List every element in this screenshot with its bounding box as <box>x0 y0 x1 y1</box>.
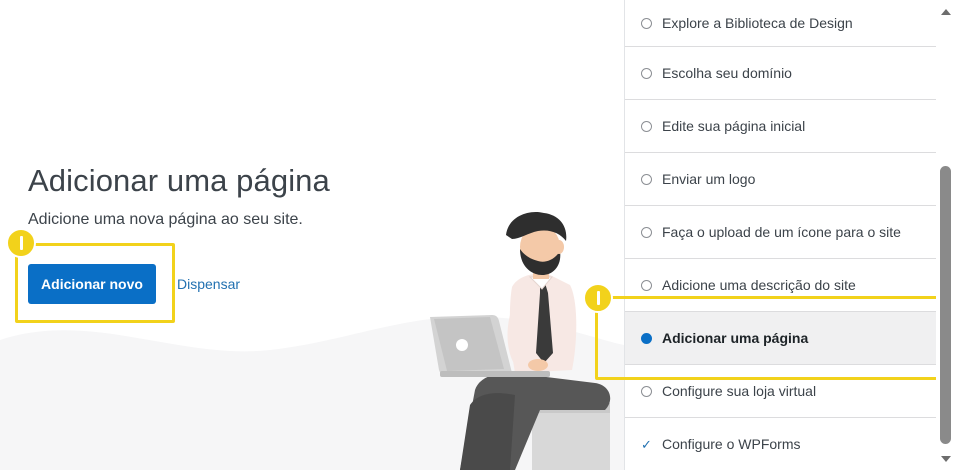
setup-checklist: Explore a Biblioteca de Design Escolha s… <box>624 0 936 470</box>
scroll-down-arrow-icon[interactable] <box>941 456 951 462</box>
checklist-item-label: Configure sua loja virtual <box>662 383 817 399</box>
checklist-item-label: Enviar um logo <box>662 171 756 187</box>
checklist-item-label: Escolha seu domínio <box>662 65 792 81</box>
page-subtitle: Adicione uma nova página ao seu site. <box>28 211 303 228</box>
task-panel: Adicionar uma página Adicione uma nova p… <box>0 0 624 470</box>
scrollbar-thumb[interactable] <box>940 166 951 444</box>
checklist-item-label: Configure o WPForms <box>662 436 801 452</box>
checklist-item-homepage[interactable]: Edite sua página inicial <box>625 100 936 153</box>
scroll-up-arrow-icon[interactable] <box>941 9 951 15</box>
radio-circle-icon <box>641 173 652 185</box>
checklist-item-domain[interactable]: Escolha seu domínio <box>625 47 936 100</box>
radio-circle-icon <box>641 226 652 238</box>
checklist-item-design-library[interactable]: Explore a Biblioteca de Design <box>625 0 936 47</box>
checklist-item-label: Explore a Biblioteca de Design <box>662 15 853 31</box>
page-title: Adicionar uma página <box>28 163 330 198</box>
cursor-marker-icon <box>583 283 613 313</box>
cursor-marker-icon <box>6 228 36 258</box>
radio-circle-icon <box>641 17 652 29</box>
checklist-item-label: Faça o upload de um ícone para o site <box>662 224 901 240</box>
radio-circle-icon <box>641 120 652 132</box>
highlight-box-checklist-item <box>595 296 941 380</box>
radio-circle-icon <box>641 279 652 291</box>
highlight-box-add-button <box>15 243 175 323</box>
radio-circle-icon <box>641 385 652 397</box>
dismiss-link[interactable]: Dispensar <box>177 276 240 292</box>
checklist-item-label: Adicione uma descrição do site <box>662 277 856 293</box>
checklist-item-logo[interactable]: Enviar um logo <box>625 153 936 206</box>
checklist-item-wpforms[interactable]: ✓ Configure o WPForms <box>625 418 936 470</box>
radio-circle-icon <box>641 67 652 79</box>
checklist-scrollbar[interactable] <box>936 0 955 470</box>
checklist-item-site-icon[interactable]: Faça o upload de um ícone para o site <box>625 206 936 259</box>
checklist-item-label: Edite sua página inicial <box>662 118 806 134</box>
person-with-laptop-illustration <box>430 211 611 470</box>
checkmark-icon: ✓ <box>641 436 652 452</box>
